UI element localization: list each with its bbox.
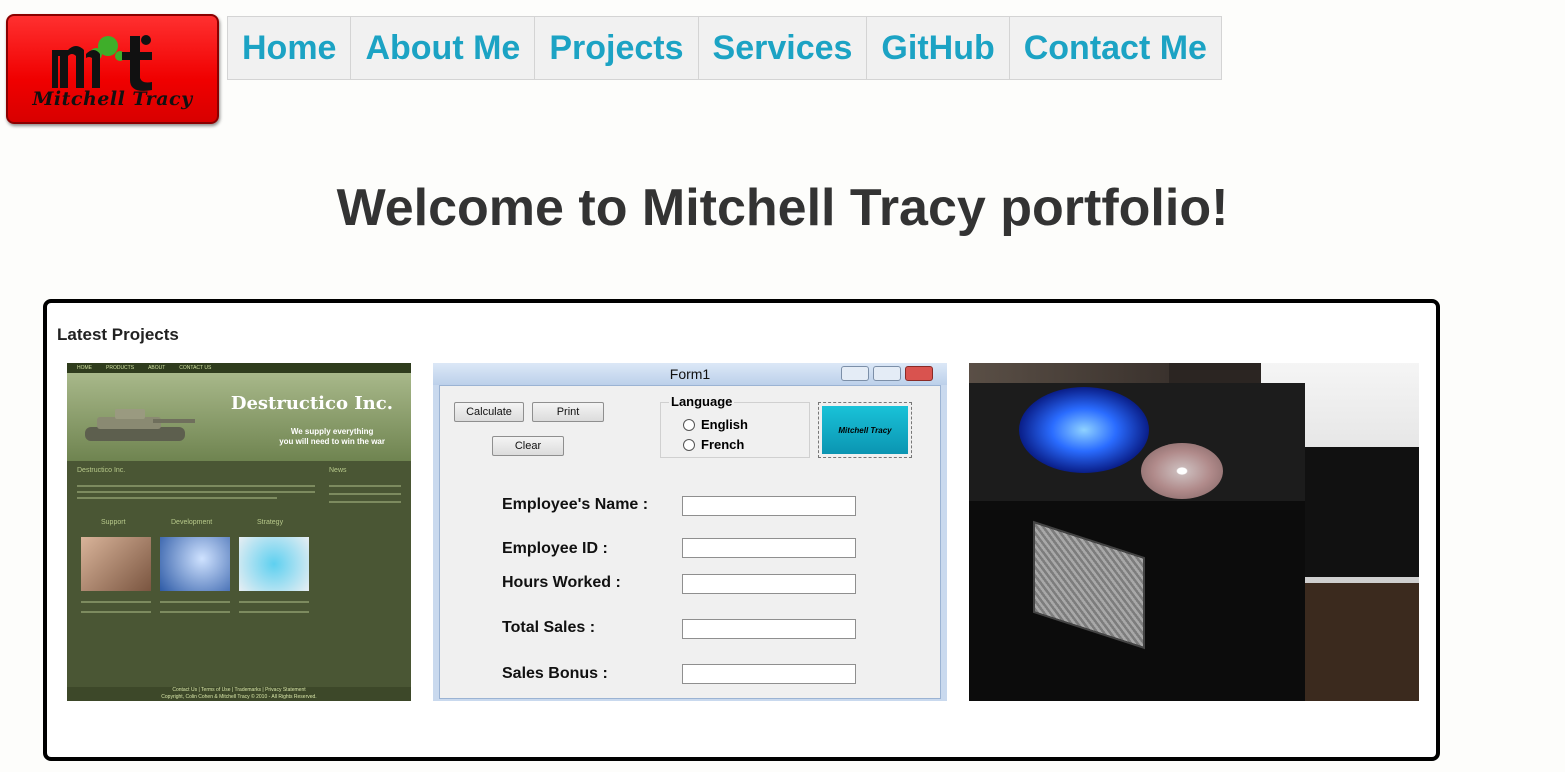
text-line xyxy=(239,601,309,603)
text-line xyxy=(329,485,401,487)
label-hours-worked: Hours Worked : xyxy=(502,574,621,591)
sales-bonus-field xyxy=(682,664,856,684)
nav-contact-me[interactable]: Contact Me xyxy=(1010,17,1221,79)
thumb-nav-contact: CONTACT US xyxy=(179,365,212,371)
nav-about-me[interactable]: About Me xyxy=(351,17,536,79)
thumb-site-title: Destructico Inc. xyxy=(230,393,393,414)
clear-button: Clear xyxy=(492,436,564,456)
thumb-tagline-1: We supply everything xyxy=(290,427,374,436)
form-logo-text: Mitchell Tracy xyxy=(822,406,908,454)
form-window-title: Form1 xyxy=(669,366,711,382)
radio-english: English xyxy=(683,417,748,432)
mt-monogram-icon xyxy=(52,35,152,91)
radio-circle-icon xyxy=(683,438,695,451)
blue-fan-icon xyxy=(1019,387,1149,473)
form-client-area: Calculate Print Clear Language English F… xyxy=(439,385,941,699)
project-thumb-form[interactable]: Form1 Calculate Print Clear Language Eng… xyxy=(433,363,947,701)
thumb-nav-about: ABOUT xyxy=(148,365,166,371)
main-nav: Home About Me Projects Services GitHub C… xyxy=(227,16,1222,80)
thumb-col-support: Support xyxy=(101,519,126,526)
project-thumb-pc-build[interactable] xyxy=(969,363,1419,701)
minimize-icon xyxy=(841,366,869,381)
print-button: Print xyxy=(532,402,604,422)
text-line xyxy=(77,497,277,499)
text-line xyxy=(77,485,315,487)
project-thumb-destructico[interactable]: HOME PRODUCTS ABOUT CONTACT US Destructi… xyxy=(67,363,411,701)
cd-disc-icon xyxy=(1141,443,1223,499)
text-line xyxy=(160,611,230,613)
development-photo xyxy=(160,537,230,591)
radio-french-label: French xyxy=(701,437,745,452)
page-title: Welcome to Mitchell Tracy portfolio! xyxy=(336,179,1229,237)
thumb-col-development: Development xyxy=(171,519,213,526)
language-group: Language English French xyxy=(660,394,810,458)
text-line xyxy=(329,493,401,495)
nav-home[interactable]: Home xyxy=(228,17,352,79)
thumb-site-banner: Destructico Inc. We supply everything yo… xyxy=(67,373,411,461)
puzzle-icon xyxy=(239,537,309,591)
support-photo xyxy=(81,537,151,591)
thumb-site-nav: HOME PRODUCTS ABOUT CONTACT US xyxy=(67,363,411,373)
thumb-nav-home: HOME xyxy=(77,365,92,371)
latest-projects-heading: Latest Projects xyxy=(57,325,179,344)
radio-french: French xyxy=(683,437,744,452)
text-line xyxy=(160,601,230,603)
maximize-icon xyxy=(873,366,901,381)
label-sales-bonus: Sales Bonus : xyxy=(502,665,608,682)
thumb-section-title: Destructico Inc. xyxy=(77,467,126,474)
nav-github[interactable]: GitHub xyxy=(867,17,1010,79)
text-line xyxy=(239,611,309,613)
text-line xyxy=(81,611,151,613)
text-line xyxy=(77,491,315,493)
calculate-button: Calculate xyxy=(454,402,524,422)
thumb-site-footer: Contact Us | Terms of Use | Trademarks |… xyxy=(67,687,411,701)
language-group-label: Language xyxy=(669,394,735,409)
thumb-tagline-2: you will need to win the war xyxy=(279,437,385,446)
label-employee-id: Employee ID : xyxy=(502,540,608,557)
thumb-news-title: News xyxy=(329,467,347,474)
thumb-site-body: Destructico Inc. News Support Developmen… xyxy=(67,461,411,687)
label-employee-name: Employee's Name : xyxy=(502,496,649,513)
radio-english-label: English xyxy=(701,417,748,432)
form-titlebar: Form1 xyxy=(433,363,947,385)
form-logo: Mitchell Tracy xyxy=(818,402,912,458)
thumb-nav-products: PRODUCTS xyxy=(106,365,135,371)
radio-circle-icon xyxy=(683,418,695,431)
label-total-sales: Total Sales : xyxy=(502,619,596,636)
latest-projects-panel: Latest Projects HOME PRODUCTS ABOUT CONT… xyxy=(43,299,1440,761)
thumb-footer-links: Contact Us | Terms of Use | Trademarks |… xyxy=(172,687,306,693)
nav-projects[interactable]: Projects xyxy=(535,17,699,79)
thumb-footer-copy: Copyright, Colin Cohen & Mitchell Tracy … xyxy=(161,694,317,700)
text-line xyxy=(81,601,151,603)
close-icon xyxy=(905,366,933,381)
employee-name-field xyxy=(682,496,856,516)
site-logo[interactable]: Mitchell Tracy xyxy=(6,14,219,124)
thumb-col-strategy: Strategy xyxy=(257,519,284,526)
floor xyxy=(1305,583,1419,701)
nav-services[interactable]: Services xyxy=(699,17,868,79)
logo-text: Mitchell Tracy xyxy=(32,88,193,110)
employee-id-field xyxy=(682,538,856,558)
tank-icon xyxy=(85,409,195,441)
text-line xyxy=(329,501,401,503)
hours-worked-field xyxy=(682,574,856,594)
total-sales-field xyxy=(682,619,856,639)
thumb-site-tagline: We supply everything you will need to wi… xyxy=(279,427,385,447)
